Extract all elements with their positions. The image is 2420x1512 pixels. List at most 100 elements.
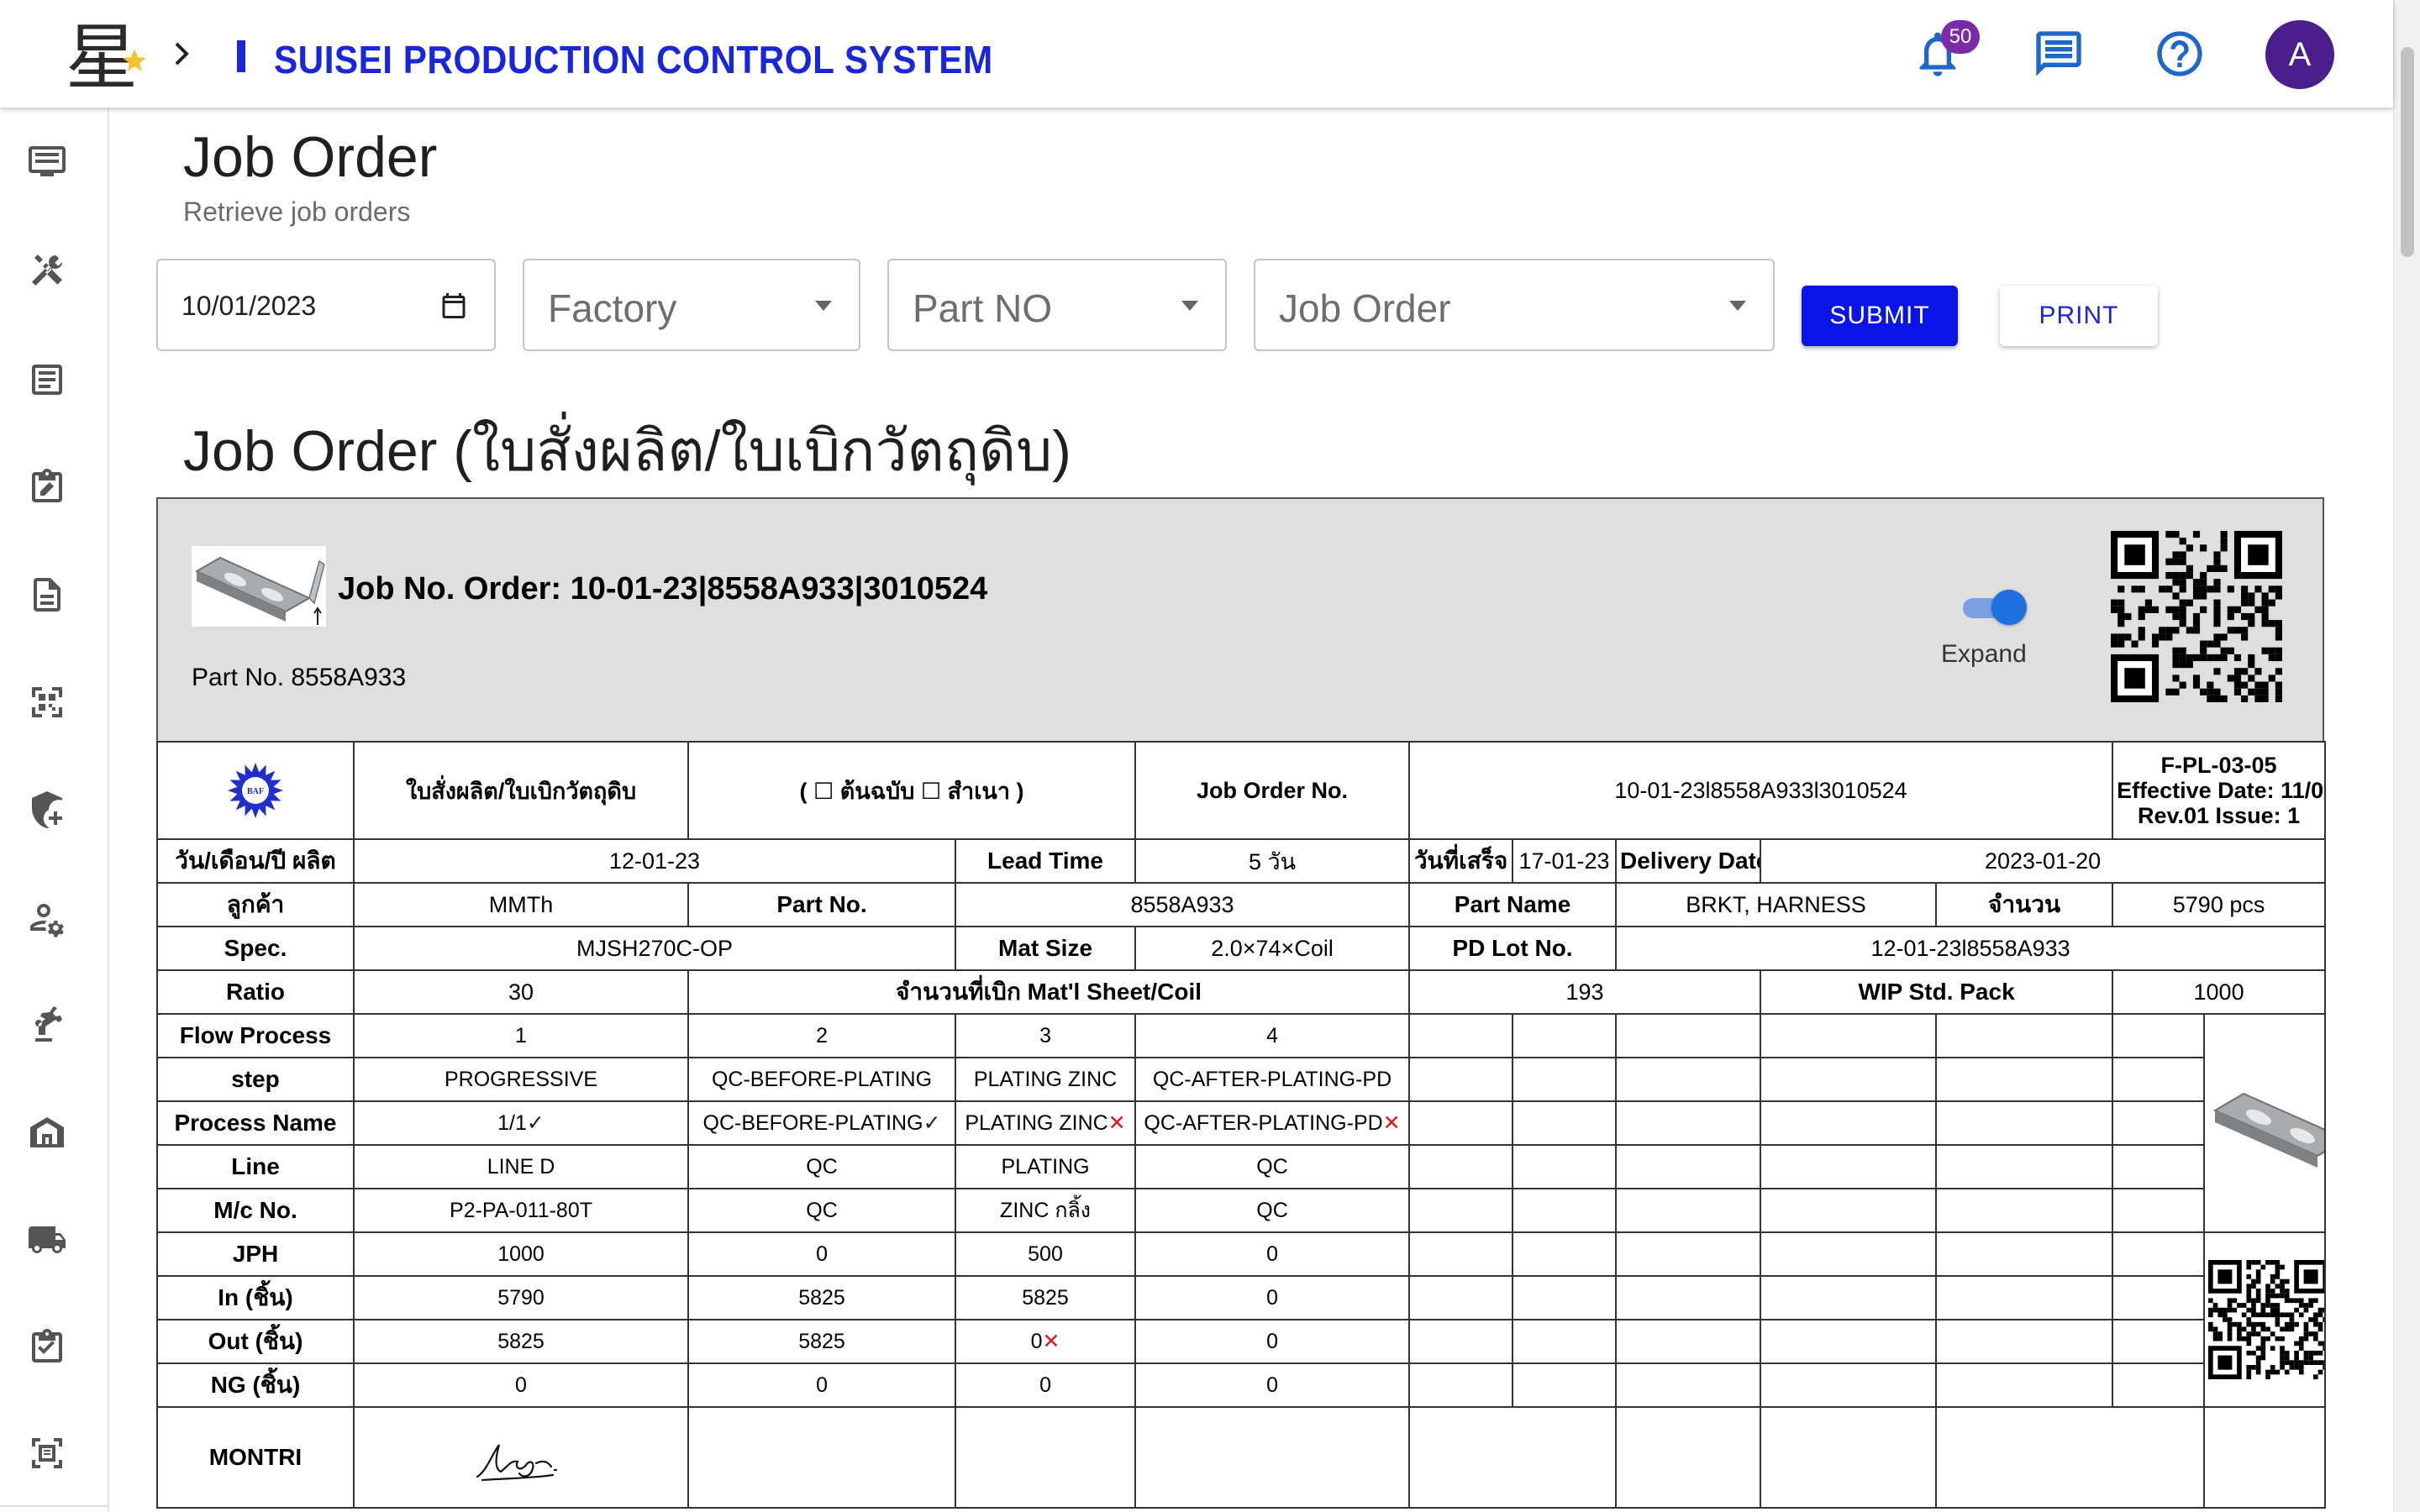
empty-cell xyxy=(1935,1362,2114,1408)
empty-cell xyxy=(687,1406,957,1509)
clipboard-edit-icon[interactable] xyxy=(27,467,67,507)
print-button[interactable]: PRINT xyxy=(2000,286,2158,346)
empty-cell xyxy=(1935,1013,2114,1058)
out-value: 0 xyxy=(1030,1330,1043,1353)
process-name-cell: QC-AFTER-PLATING-PD✕ xyxy=(1134,1100,1411,1146)
title-accent-bar xyxy=(237,40,245,72)
expand-toggle[interactable] xyxy=(1960,588,2027,627)
scrollbar-thumb[interactable] xyxy=(2401,47,2414,257)
chat-message-icon[interactable] xyxy=(2032,27,2086,81)
job-card-header: Job No. Order: 10-01-23|8558A933|3010524… xyxy=(156,497,2324,743)
flow-label: Flow Process xyxy=(156,1013,355,1058)
checkmark-icon: ✓ xyxy=(923,1111,941,1135)
line-cell: PLATING xyxy=(955,1144,1137,1189)
process-name-text: PLATING ZINC xyxy=(965,1111,1108,1135)
lead-time-label: Lead Time xyxy=(955,838,1137,884)
empty-cell xyxy=(1408,1406,1618,1509)
empty-cell xyxy=(1615,1013,1762,1058)
signer-name: MONTRI xyxy=(156,1406,355,1509)
tools-icon[interactable] xyxy=(27,250,67,291)
cross-icon: ✕ xyxy=(1382,1111,1401,1135)
process-name-cell: PLATING ZINC✕ xyxy=(955,1100,1137,1146)
empty-cell xyxy=(2112,1057,2206,1102)
file-icon[interactable] xyxy=(27,575,67,615)
part-name-value: BRKT, HARNESS xyxy=(1615,882,1938,927)
revision: Rev.01 Issue: 1 xyxy=(2138,803,2301,828)
monitor-list-icon[interactable] xyxy=(27,141,67,181)
truck-icon[interactable] xyxy=(27,1220,67,1260)
job-order-no-value: 10-01-23l8558A933l3010524 xyxy=(1408,741,2114,840)
scan-document-icon[interactable] xyxy=(27,1433,67,1473)
sidebar-divider xyxy=(0,1505,109,1507)
empty-cell xyxy=(1408,1144,1514,1189)
suisei-logo[interactable]: 星 xyxy=(62,12,155,96)
user-avatar[interactable]: A xyxy=(2265,20,2334,89)
step-cell: QC-BEFORE-PLATING xyxy=(687,1057,957,1102)
empty-cell xyxy=(1615,1057,1762,1102)
part-no-select[interactable]: Part NO xyxy=(887,259,1227,351)
signature-image xyxy=(476,1444,558,1482)
spec-value: MJSH270C-OP xyxy=(352,926,957,971)
user-settings-icon[interactable] xyxy=(27,897,67,937)
empty-cell xyxy=(1615,1406,1762,1509)
empty-cell xyxy=(1935,1057,2114,1102)
empty-cell xyxy=(1935,1144,2114,1189)
robot-arm-icon[interactable] xyxy=(27,1005,67,1045)
shield-add-icon[interactable] xyxy=(27,790,67,830)
document-list-icon[interactable] xyxy=(27,360,67,400)
mat-size-label: Mat Size xyxy=(955,926,1137,971)
wip-value: 1000 xyxy=(2112,969,2327,1015)
qr-scan-icon[interactable] xyxy=(27,682,67,722)
quantity-value: 5790 pcs xyxy=(2112,882,2327,927)
sheet-header-row: BAF ใบสั่งผลิต/ใบเบิกวัตถุดิบ ( ☐ ต้นฉบั… xyxy=(156,741,2327,840)
clipboard-check-icon[interactable] xyxy=(27,1327,67,1368)
flow-cell: 2 xyxy=(687,1013,957,1058)
lead-time-value: 5 วัน xyxy=(1134,838,1411,884)
empty-cell xyxy=(2112,1100,2206,1146)
empty-cell xyxy=(1615,1100,1762,1146)
submit-button[interactable]: SUBMIT xyxy=(1802,286,1958,346)
mc-no-cell: ZINC กลิ้ง xyxy=(955,1188,1137,1233)
app-title: SUISEI PRODUCTION CONTROL SYSTEM xyxy=(274,38,993,81)
out-cell: 0 xyxy=(1134,1319,1411,1364)
part-name-label: Part Name xyxy=(1408,882,1618,927)
out-cell: 0✕ xyxy=(955,1319,1137,1364)
factory-select[interactable]: Factory xyxy=(523,259,860,351)
ng-label: NG (ชิ้น) xyxy=(156,1362,355,1408)
line-row: Line LINE D QC PLATING QC xyxy=(156,1144,2325,1189)
sheet-title: ใบสั่งผลิต/ใบเบิกวัตถุดิบ xyxy=(352,741,690,840)
page-scrollbar[interactable] xyxy=(2393,0,2420,1512)
effective-date: Effective Date: 11/01/21 xyxy=(2117,778,2324,803)
help-circle-icon[interactable] xyxy=(2153,27,2207,81)
job-order-select[interactable]: Job Order xyxy=(1254,259,1775,351)
toggle-knob xyxy=(1991,590,2027,625)
empty-cell xyxy=(1760,1100,1938,1146)
job-qr-code xyxy=(2111,531,2282,702)
empty-cell xyxy=(1512,1188,1618,1233)
flow-cell: 4 xyxy=(1134,1013,1411,1058)
empty-cell xyxy=(1935,1275,2114,1320)
calendar-icon[interactable] xyxy=(439,291,469,321)
empty-cell xyxy=(1512,1144,1618,1189)
dropdown-arrow-icon xyxy=(1729,301,1746,311)
empty-cell xyxy=(1760,1362,1938,1408)
company-logo-icon: BAF xyxy=(228,763,283,818)
section-title: Job Order (ใบสั่งผลิต/ใบเบิกวัตถุดิบ) xyxy=(183,419,1071,483)
empty-cell xyxy=(1760,1144,1938,1189)
empty-cell xyxy=(1935,1406,2206,1509)
qr-code-cell xyxy=(2203,1231,2327,1408)
date-picker-field[interactable]: 10/01/2023 xyxy=(156,259,496,351)
process-name-label: Process Name xyxy=(156,1100,355,1146)
empty-cell xyxy=(1615,1275,1762,1320)
step-label: step xyxy=(156,1057,355,1102)
page-title: Job Order xyxy=(183,125,438,189)
production-date-label: วัน/เดือน/ปี ผลิต xyxy=(156,838,355,884)
delivery-date-value: 2023-01-20 xyxy=(1760,838,2327,884)
ratio-value: 30 xyxy=(352,969,690,1015)
warehouse-icon[interactable] xyxy=(27,1112,67,1152)
customer-row: ลูกค้า MMTh Part No. 8558A933 Part Name … xyxy=(156,882,2327,927)
line-label: Line xyxy=(156,1144,355,1189)
line-cell: QC xyxy=(1134,1144,1411,1189)
empty-cell xyxy=(1615,1319,1762,1364)
ng-cell: 0 xyxy=(955,1362,1137,1408)
